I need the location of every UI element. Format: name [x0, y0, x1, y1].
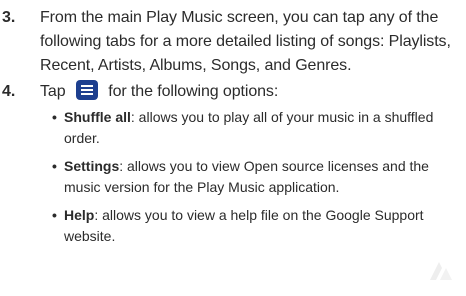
option-term: Settings: [64, 158, 120, 174]
option-desc: : allows you to view a help file on the …: [64, 207, 424, 244]
step-text-after-icon: for the following options:: [108, 83, 279, 100]
option-term: Help: [64, 207, 95, 223]
watermark-icon: [430, 262, 452, 280]
bullet-icon: •: [52, 207, 57, 223]
list-item: • Settings: allows you to view Open sour…: [52, 156, 462, 198]
bullet-icon: •: [52, 109, 57, 125]
option-term: Shuffle all: [64, 109, 131, 125]
options-list: • Shuffle all: allows you to play all of…: [52, 107, 462, 254]
step-number: 4.: [2, 83, 16, 100]
step-number: 3.: [2, 9, 16, 26]
menu-icon: [75, 80, 98, 101]
step-text: From the main Play Music screen, you can…: [40, 9, 451, 74]
bullet-icon: •: [52, 158, 57, 174]
list-item: • Shuffle all: allows you to play all of…: [52, 107, 462, 149]
step-text: Tap for the following options:: [40, 80, 466, 104]
list-item: • Help: allows you to view a help file o…: [52, 205, 462, 247]
option-desc: : allows you to view Open source license…: [64, 158, 429, 195]
step-text-before-icon: Tap: [40, 83, 66, 100]
